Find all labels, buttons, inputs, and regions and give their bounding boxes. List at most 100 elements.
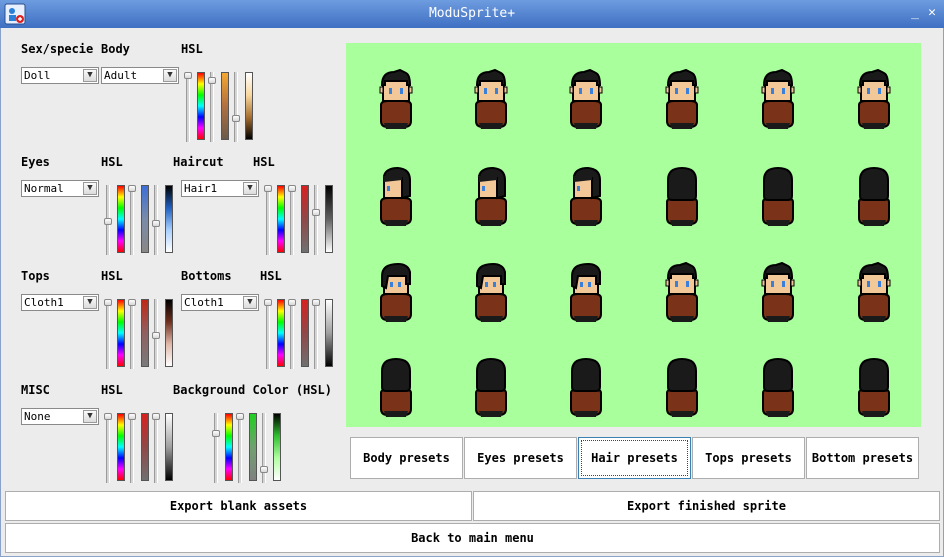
export-blank-assets-button[interactable]: Export blank assets	[5, 491, 472, 521]
haircut-lightness-swatch	[325, 185, 333, 253]
misc-hue-slider-thumb[interactable]	[104, 413, 112, 420]
bottoms-hue-slider-thumb[interactable]	[264, 299, 272, 306]
species-label: Sex/specie	[21, 42, 94, 56]
bottoms-hsl-label: HSL	[260, 269, 282, 283]
chevron-down-icon[interactable]: ▼	[83, 182, 97, 195]
body-hue-swatch	[197, 72, 205, 140]
background-lightness-slider-thumb[interactable]	[260, 466, 268, 473]
sprite-frame	[662, 166, 702, 228]
sprite-frame	[662, 68, 702, 131]
misc-hsl-label: HSL	[101, 383, 123, 397]
sprite-frame	[376, 262, 416, 324]
hair-presets-button[interactable]: Hair presets	[578, 437, 691, 479]
tops-saturation-slider[interactable]	[130, 299, 134, 369]
sprite-frame	[471, 262, 511, 324]
back-to-main-menu-button[interactable]: Back to main menu	[5, 523, 940, 553]
body-lightness-slider-thumb[interactable]	[232, 115, 240, 122]
tops-lightness-slider-thumb[interactable]	[152, 332, 160, 339]
species-select[interactable]: Doll ▼	[21, 67, 99, 84]
background-saturation-slider[interactable]	[238, 413, 242, 483]
sprite-frame	[376, 357, 416, 419]
bottoms-lightness-swatch	[325, 299, 333, 367]
misc-label: MISC	[21, 383, 50, 397]
sprite-frame	[566, 262, 606, 324]
title-bar[interactable]: ModuSprite+ _ ✕	[0, 0, 944, 28]
misc-select[interactable]: None ▼	[21, 408, 99, 425]
misc-lightness-slider-thumb[interactable]	[152, 413, 160, 420]
haircut-lightness-slider[interactable]	[314, 185, 318, 255]
sprite-frame	[758, 357, 798, 419]
misc-saturation-slider-thumb[interactable]	[128, 413, 136, 420]
tops-hsl-label: HSL	[101, 269, 123, 283]
sprite-frame	[854, 68, 894, 131]
body-lightness-slider[interactable]	[234, 72, 238, 142]
body-hue-slider-thumb[interactable]	[184, 72, 192, 79]
bottoms-saturation-swatch	[301, 299, 309, 367]
misc-lightness-slider[interactable]	[154, 413, 158, 483]
sprite-frame	[854, 261, 894, 324]
bottoms-select[interactable]: Cloth1 ▼	[181, 294, 259, 311]
background-hue-slider[interactable]	[214, 413, 218, 483]
haircut-select-value: Hair1	[184, 182, 218, 195]
tops-select-value: Cloth1	[24, 296, 64, 309]
window-title: ModuSprite+	[428, 6, 516, 21]
body-hue-slider[interactable]	[186, 72, 190, 142]
bottoms-hue-slider[interactable]	[266, 299, 270, 369]
body-label: Body	[101, 42, 130, 56]
bottoms-lightness-slider-thumb[interactable]	[312, 299, 320, 306]
eyes-saturation-slider[interactable]	[130, 185, 134, 255]
body-lightness-swatch	[245, 72, 253, 140]
background-hue-slider-thumb[interactable]	[212, 430, 220, 437]
misc-hue-slider[interactable]	[106, 413, 110, 483]
chevron-down-icon[interactable]: ▼	[83, 296, 97, 309]
body-saturation-swatch	[221, 72, 229, 140]
sprite-frame	[662, 357, 702, 419]
haircut-hue-slider-thumb[interactable]	[264, 185, 272, 192]
misc-saturation-slider[interactable]	[130, 413, 134, 483]
bottoms-lightness-slider[interactable]	[314, 299, 318, 369]
close-icon[interactable]: ✕	[925, 4, 939, 22]
tops-presets-button[interactable]: Tops presets	[692, 437, 805, 479]
haircut-hue-slider[interactable]	[266, 185, 270, 255]
bottoms-saturation-slider-thumb[interactable]	[288, 299, 296, 306]
tops-hue-slider-thumb[interactable]	[104, 299, 112, 306]
tops-hue-swatch	[117, 299, 125, 367]
haircut-saturation-slider-thumb[interactable]	[288, 185, 296, 192]
tops-saturation-slider-thumb[interactable]	[128, 299, 136, 306]
background-saturation-slider-thumb[interactable]	[236, 413, 244, 420]
sprite-frame	[376, 68, 416, 131]
minimize-icon[interactable]: _	[908, 4, 922, 22]
eyes-presets-button[interactable]: Eyes presets	[464, 437, 577, 479]
eyes-select[interactable]: Normal ▼	[21, 180, 99, 197]
eyes-saturation-swatch	[141, 185, 149, 253]
haircut-hsl-label: HSL	[253, 155, 275, 169]
background-color-label: Background Color (HSL)	[173, 383, 332, 397]
sprite-frame	[566, 68, 606, 131]
tops-select[interactable]: Cloth1 ▼	[21, 294, 99, 311]
eyes-hue-slider-thumb[interactable]	[104, 218, 112, 225]
sprite-frame	[758, 68, 798, 131]
tops-hue-slider[interactable]	[106, 299, 110, 369]
body-saturation-slider-thumb[interactable]	[208, 77, 216, 84]
sprite-frame	[854, 166, 894, 228]
bottoms-saturation-slider[interactable]	[290, 299, 294, 369]
body-select-value: Adult	[104, 69, 138, 82]
body-presets-button[interactable]: Body presets	[350, 437, 463, 479]
bottom-presets-button[interactable]: Bottom presets	[806, 437, 919, 479]
haircut-select[interactable]: Hair1 ▼	[181, 180, 259, 197]
sprite-frame	[471, 357, 511, 419]
sprite-frame	[471, 68, 511, 131]
chevron-down-icon[interactable]: ▼	[243, 296, 257, 309]
eyes-lightness-slider-thumb[interactable]	[152, 220, 160, 227]
chevron-down-icon[interactable]: ▼	[243, 182, 257, 195]
chevron-down-icon[interactable]: ▼	[163, 69, 177, 82]
export-finished-sprite-button[interactable]: Export finished sprite	[473, 491, 940, 521]
haircut-label: Haircut	[173, 155, 224, 169]
haircut-lightness-slider-thumb[interactable]	[312, 209, 320, 216]
sprite-frame	[376, 166, 416, 228]
chevron-down-icon[interactable]: ▼	[83, 69, 97, 82]
eyes-saturation-slider-thumb[interactable]	[128, 185, 136, 192]
body-select[interactable]: Adult ▼	[101, 67, 179, 84]
chevron-down-icon[interactable]: ▼	[83, 410, 97, 423]
haircut-saturation-slider[interactable]	[290, 185, 294, 255]
